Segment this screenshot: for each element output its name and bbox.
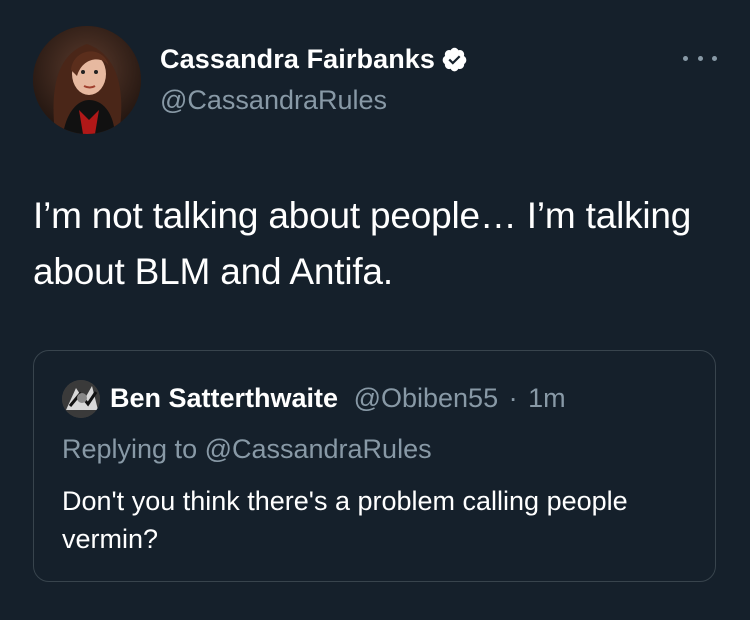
more-options-icon[interactable] xyxy=(683,48,717,68)
author-handle[interactable]: @CassandraRules xyxy=(160,85,387,116)
author-avatar[interactable] xyxy=(33,26,141,134)
quoted-tweet-time[interactable]: 1m xyxy=(528,383,566,413)
tweet-card: Cassandra Fairbanks @CassandraRules I’m … xyxy=(0,0,750,620)
quoted-replying-to: Replying to @CassandraRules xyxy=(62,434,432,464)
quoted-author-handle[interactable]: @Obiben55 xyxy=(354,383,499,413)
quoted-author-avatar[interactable] xyxy=(62,380,100,418)
more-dot xyxy=(712,55,717,61)
more-dot xyxy=(683,55,688,61)
more-dot xyxy=(697,55,703,61)
verified-badge-icon xyxy=(442,47,467,72)
quoted-meta-separator: · xyxy=(508,383,518,413)
quoted-tweet[interactable]: Ben Satterthwaite @Obiben55 · 1m Replyin… xyxy=(33,350,716,582)
quoted-author-name[interactable]: Ben Satterthwaite xyxy=(110,383,338,413)
quoted-tweet-header: Ben Satterthwaite @Obiben55 · 1m xyxy=(110,383,566,414)
tweet-text: I’m not talking about people… I’m talkin… xyxy=(33,195,692,292)
author-display-name[interactable]: Cassandra Fairbanks xyxy=(160,44,435,75)
quoted-tweet-text: Don't you think there's a problem callin… xyxy=(62,486,628,554)
author-name-row[interactable]: Cassandra Fairbanks xyxy=(160,44,468,75)
